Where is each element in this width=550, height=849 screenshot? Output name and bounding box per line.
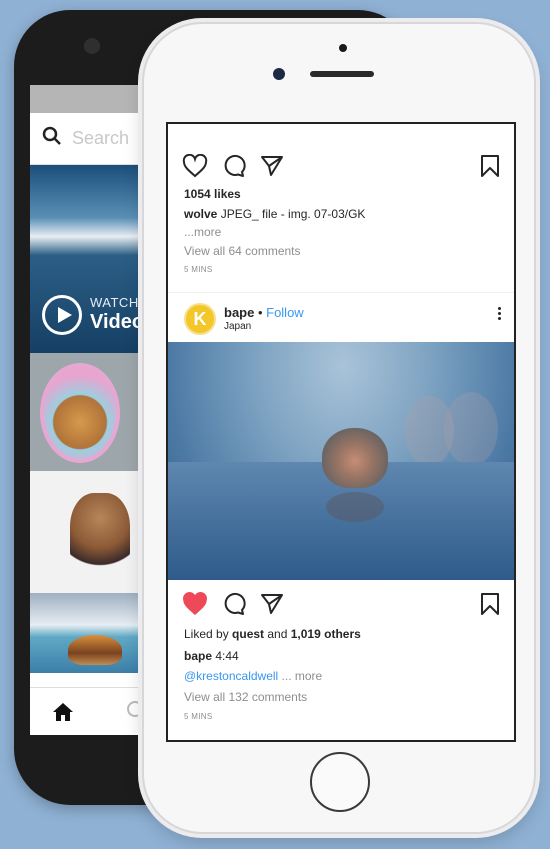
post-view-comments[interactable]: View all 132 comments [184, 690, 307, 704]
liked-by-prefix: Liked by [184, 627, 233, 641]
post-actions [182, 592, 284, 621]
mention-link[interactable]: @krestoncaldwell [184, 669, 278, 683]
prev-post-view-comments[interactable]: View all 64 comments [184, 244, 301, 258]
post-caption-text: 4:44 [215, 649, 239, 663]
post-mention-line: @krestoncaldwell ... more [184, 669, 322, 683]
post-time: 5 MINS [184, 712, 213, 721]
heart-icon[interactable] [182, 153, 208, 183]
post-username[interactable]: bape [224, 305, 254, 320]
video-label: Video [90, 311, 145, 333]
prev-post-more[interactable]: ...more [184, 225, 221, 239]
home-icon[interactable] [52, 702, 74, 727]
background-monkey-shape [444, 392, 498, 466]
post-username-line: bape • Follow [224, 305, 304, 320]
search-input[interactable]: Search [72, 128, 129, 149]
liked-by-count[interactable]: 1,019 others [291, 627, 361, 641]
prev-post-caption-user[interactable]: wolve [184, 207, 217, 221]
prev-post-time: 5 MINS [184, 265, 213, 274]
heart-filled-icon[interactable] [182, 592, 208, 621]
bookmark-icon[interactable] [480, 154, 500, 183]
instagram-feed-screen: 1054 likes wolve JPEG_ file - img. 07-03… [166, 122, 516, 742]
cat-mirror-image [40, 363, 120, 463]
dog-image [70, 493, 130, 577]
send-icon[interactable] [260, 593, 284, 620]
post-header: K bape • Follow Japan [168, 292, 514, 342]
comment-icon[interactable] [222, 592, 246, 621]
post-photo[interactable] [168, 342, 514, 580]
snow-monkey-image [322, 428, 388, 488]
prev-post-caption-text: JPEG_ file - img. 07-03/GK [220, 207, 366, 221]
follow-button[interactable]: Follow [266, 305, 304, 320]
prev-post-actions [182, 153, 284, 183]
post-more[interactable]: ... more [278, 669, 323, 683]
front-camera [273, 68, 285, 80]
post-caption-user[interactable]: bape [184, 649, 212, 663]
monkey-reflection [326, 492, 384, 522]
comment-icon[interactable] [222, 154, 246, 183]
search-icon [42, 126, 62, 151]
back-phone-camera [84, 38, 100, 54]
post-caption: bape 4:44 [184, 649, 239, 663]
prev-post-likes: 1054 likes [184, 187, 241, 201]
play-icon[interactable] [42, 295, 82, 335]
follow-separator: • [254, 305, 267, 320]
front-phone: 1054 likes wolve JPEG_ file - img. 07-03… [142, 22, 536, 834]
more-vertical-icon[interactable] [498, 307, 502, 322]
bookmark-icon[interactable] [480, 592, 500, 621]
avatar[interactable]: K [184, 303, 216, 335]
liked-by-mid: and [264, 627, 291, 641]
post-location[interactable]: Japan [224, 321, 251, 332]
liked-by-user[interactable]: quest [232, 627, 264, 641]
watch-label: WATCH [90, 295, 139, 310]
front-speaker [310, 71, 374, 77]
send-icon[interactable] [260, 155, 284, 182]
prev-post-caption: wolve JPEG_ file - img. 07-03/GK [184, 207, 365, 221]
liked-by-line: Liked by quest and 1,019 others [184, 627, 361, 641]
front-sensor [339, 44, 347, 52]
home-button[interactable] [310, 752, 370, 812]
burger-image [68, 635, 122, 665]
